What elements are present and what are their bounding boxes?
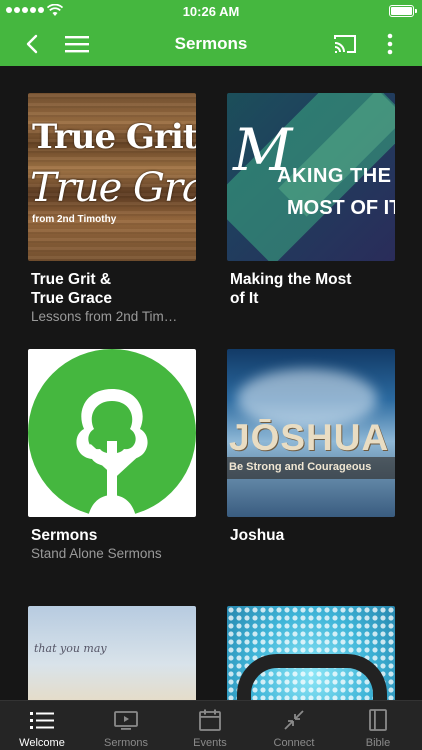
- cast-icon: [334, 35, 356, 53]
- series-title: True Grit & True Grace: [31, 271, 112, 307]
- tree-logo-icon: [28, 349, 196, 517]
- status-bar: 10:26 AM: [0, 0, 422, 22]
- tab-sermons[interactable]: Sermons: [84, 701, 168, 750]
- series-card-5[interactable]: that you may: [28, 606, 196, 700]
- series-title: Sermons: [31, 527, 98, 544]
- series-artwork: True Grit & True Grace from 2nd Timothy: [28, 93, 196, 261]
- series-card-6[interactable]: [227, 606, 395, 700]
- tab-events[interactable]: Events: [168, 701, 252, 750]
- tab-welcome[interactable]: Welcome: [0, 701, 84, 750]
- status-time: 10:26 AM: [182, 4, 240, 19]
- screen: 10:26 AM Sermons True Grit &: [0, 0, 422, 750]
- tab-label: Connect: [273, 737, 315, 749]
- list-icon: [30, 712, 54, 729]
- tab-label: Welcome: [19, 737, 65, 749]
- vertical-dots-icon: [387, 33, 393, 55]
- book-icon: [369, 709, 387, 731]
- tab-connect[interactable]: Connect: [252, 701, 336, 750]
- battery-icon: [389, 5, 417, 17]
- artwork-text: AKING THE: [277, 165, 392, 187]
- arrows-inward-icon: [284, 710, 304, 730]
- series-subtitle: Lessons from 2nd Tim…: [31, 309, 178, 324]
- series-card-joshua[interactable]: JŌSHUA Be Strong and Courageous Joshua: [227, 349, 395, 546]
- artwork-text: MOST OF IT: [287, 197, 395, 219]
- series-card-true-grit[interactable]: True Grit & True Grace from 2nd Timothy …: [28, 93, 196, 324]
- tab-label: Events: [193, 737, 227, 749]
- series-title: Making the Most of It: [230, 271, 352, 307]
- series-card-sermons[interactable]: Sermons Stand Alone Sermons: [28, 349, 196, 561]
- tab-label: Bible: [365, 737, 391, 749]
- artwork-text: Be Strong and Courageous: [229, 461, 372, 473]
- series-title: Joshua: [230, 527, 285, 544]
- calendar-icon: [199, 709, 221, 731]
- artwork-text: True Grit &: [32, 117, 196, 157]
- series-subtitle: Stand Alone Sermons: [31, 546, 162, 561]
- nav-bar: Sermons: [0, 22, 422, 66]
- series-artwork: [28, 349, 196, 517]
- artwork-text: from 2nd Timothy: [32, 214, 117, 225]
- sermon-series-grid: True Grit & True Grace from 2nd Timothy …: [0, 66, 422, 700]
- tv-icon: [114, 711, 138, 730]
- tab-bible[interactable]: Bible: [336, 701, 420, 750]
- series-artwork: M AKING THE MOST OF IT: [227, 93, 395, 261]
- artwork-text: True Grace: [30, 165, 196, 211]
- tab-label: Sermons: [103, 737, 149, 749]
- series-artwork: [227, 606, 395, 700]
- artwork-text: that you may: [34, 642, 107, 655]
- tab-bar: Welcome Sermons Events Connect Bible: [0, 700, 422, 750]
- more-options-button[interactable]: [378, 22, 402, 66]
- series-artwork: JŌSHUA Be Strong and Courageous: [227, 349, 395, 517]
- series-artwork: that you may: [28, 606, 196, 700]
- cast-button[interactable]: [330, 22, 360, 66]
- series-card-making-the-most[interactable]: M AKING THE MOST OF IT Making the Most o…: [227, 93, 395, 309]
- artwork-text: JŌSHUA: [229, 417, 390, 458]
